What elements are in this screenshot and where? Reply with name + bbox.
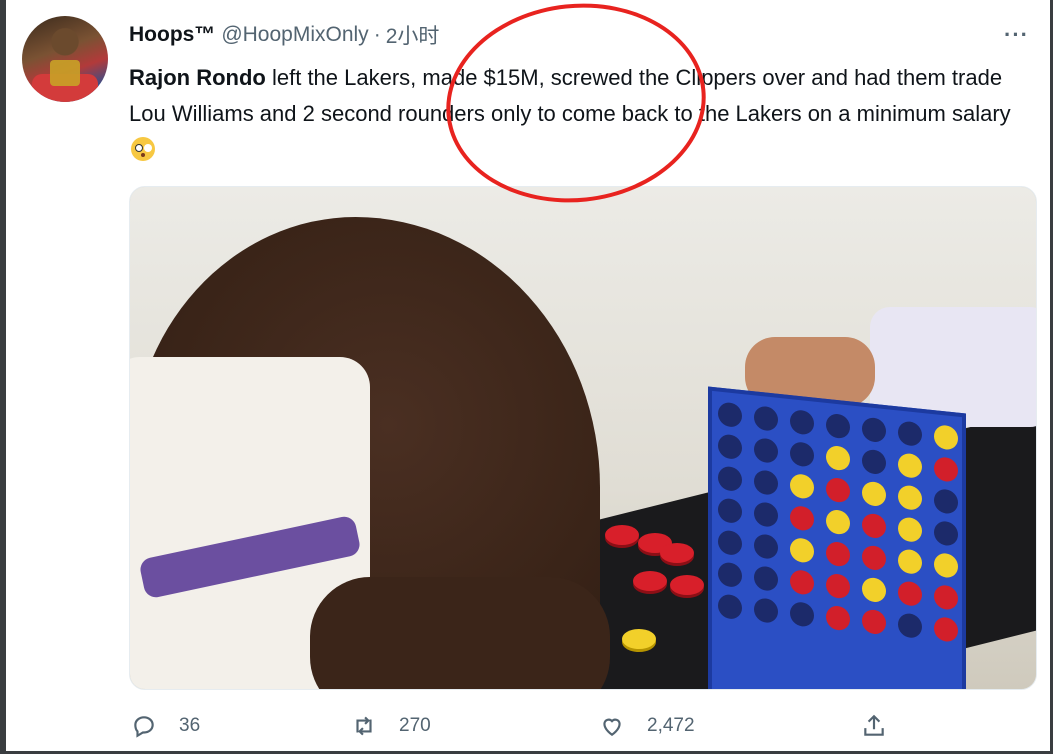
- display-name[interactable]: Hoops™: [129, 23, 215, 47]
- like-count: 2,472: [647, 715, 695, 736]
- board-hole: [790, 537, 814, 564]
- board-hole: [862, 608, 886, 636]
- board-hole: [718, 497, 742, 525]
- board-hole: [934, 520, 958, 547]
- board-hole: [862, 448, 886, 476]
- like-button[interactable]: 2,472: [599, 713, 695, 739]
- retweet-count: 270: [399, 715, 431, 736]
- board-hole: [718, 561, 742, 589]
- board-hole: [862, 416, 886, 444]
- board-hole: [898, 612, 922, 639]
- board-hole: [790, 409, 814, 436]
- board-hole: [898, 548, 922, 575]
- red-chip: [660, 543, 694, 563]
- board-hole: [934, 456, 958, 483]
- board-hole: [754, 597, 778, 624]
- board-hole: [790, 569, 814, 596]
- board-hole: [862, 480, 886, 508]
- red-chip: [605, 525, 639, 545]
- board-hole: [934, 616, 958, 643]
- board-hole: [754, 437, 778, 464]
- board-hole: [934, 488, 958, 515]
- board-hole: [826, 604, 850, 632]
- red-chip: [633, 571, 667, 591]
- window-frame-left: [0, 0, 6, 754]
- board-hole: [934, 584, 958, 611]
- board-holes: [718, 401, 962, 643]
- board-hole: [754, 405, 778, 432]
- board-hole: [754, 533, 778, 560]
- retweet-icon: [356, 716, 372, 736]
- board-hole: [754, 565, 778, 592]
- tweet-text: Rajon Rondo left the Lakers, made $15M, …: [129, 60, 1024, 168]
- retweet-button[interactable]: 270: [351, 713, 431, 739]
- board-hole: [898, 516, 922, 543]
- reply-icon: [134, 716, 154, 738]
- board-hole: [898, 580, 922, 607]
- share-icon: [864, 714, 884, 736]
- avatar[interactable]: [22, 16, 108, 102]
- board-hole: [754, 501, 778, 528]
- timestamp[interactable]: 2小时: [386, 20, 440, 50]
- photo-arm: [310, 577, 610, 689]
- tweet-actions: 36 270 2,472: [129, 713, 909, 745]
- tweet-media-image[interactable]: [129, 186, 1037, 690]
- board-hole: [826, 444, 850, 472]
- avatar-trophy: [50, 60, 80, 86]
- board-hole: [826, 572, 850, 600]
- separator: ·: [373, 23, 381, 46]
- board-hole: [826, 476, 850, 504]
- board-hole: [898, 420, 922, 447]
- board-hole: [862, 544, 886, 572]
- yellow-chip: [622, 629, 656, 649]
- connect-four-board: [708, 386, 966, 689]
- board-hole: [934, 552, 958, 579]
- board-hole: [718, 433, 742, 461]
- tweet-text-bold: Rajon Rondo: [129, 65, 266, 90]
- board-hole: [790, 505, 814, 532]
- board-hole: [790, 441, 814, 468]
- share-button[interactable]: [861, 713, 887, 739]
- board-hole: [790, 473, 814, 500]
- more-options-button[interactable]: ···: [1004, 22, 1029, 48]
- reply-count: 36: [179, 715, 201, 736]
- board-hole: [718, 465, 742, 493]
- board-hole: [718, 401, 742, 429]
- board-hole: [790, 601, 814, 628]
- tweet-header: Hoops™ @HoopMixOnly · 2小时: [129, 20, 439, 50]
- board-hole: [826, 508, 850, 536]
- board-hole: [934, 424, 958, 451]
- board-hole: [862, 512, 886, 540]
- board-hole: [754, 469, 778, 496]
- reply-button[interactable]: 36: [131, 713, 200, 739]
- board-hole: [898, 484, 922, 511]
- board-hole: [898, 452, 922, 479]
- red-chip: [670, 575, 704, 595]
- heart-icon: [603, 718, 621, 736]
- board-hole: [826, 412, 850, 440]
- handle[interactable]: @HoopMixOnly: [221, 23, 368, 47]
- flushed-face-icon: [131, 137, 155, 161]
- board-hole: [826, 540, 850, 568]
- board-hole: [718, 529, 742, 557]
- board-hole: [862, 576, 886, 604]
- board-hole: [718, 593, 742, 621]
